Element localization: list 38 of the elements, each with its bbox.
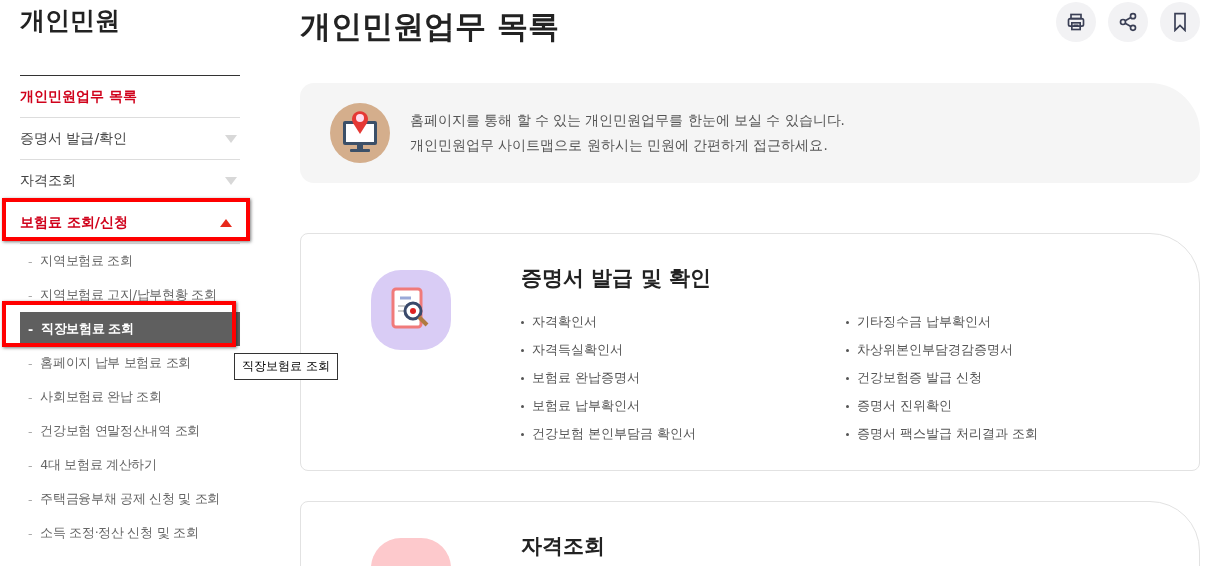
dash-icon: - xyxy=(28,389,33,405)
dash-icon: - xyxy=(28,321,33,337)
submenu-item[interactable]: - 지역보험료 조회 xyxy=(20,244,240,278)
service-link[interactable]: 보험료 완납증명서 xyxy=(532,369,641,387)
intro-text: 개인민원업무 사이트맵으로 원하시는 민원에 간편하게 접근하세요. xyxy=(410,136,829,155)
sidebar-item[interactable]: 개인민원업무 목록 xyxy=(20,76,240,118)
dash-icon: - xyxy=(28,457,33,473)
dash-icon: - xyxy=(28,287,33,303)
tooltip: 직장보험료 조회 xyxy=(234,353,338,380)
submenu-item[interactable]: - 직장보험료 조회 xyxy=(20,312,240,346)
service-link[interactable]: 건강보험증 발급 신청 xyxy=(857,369,983,387)
service-link[interactable]: 증명서 진위확인 xyxy=(857,397,953,415)
sidebar-item[interactable]: 증명서 발급/확인 xyxy=(20,118,240,160)
dash-icon: - xyxy=(28,423,33,439)
submenu-item[interactable]: - 사회보험료 완납 조회 xyxy=(20,380,240,414)
service-link[interactable]: 기타징수금 납부확인서 xyxy=(857,313,992,331)
page-title: 개인민원업무 목록 xyxy=(300,7,559,46)
service-link[interactable]: 자격확인서 xyxy=(532,313,597,331)
submenu-item[interactable]: - 건강보험 연말정산내역 조회 xyxy=(20,414,240,448)
submenu-item[interactable]: - 4대 보험료 계산하기 xyxy=(20,448,240,482)
sidebar-item[interactable]: 자격조회 xyxy=(20,160,240,202)
service-link[interactable]: 보험료 납부확인서 xyxy=(532,397,641,415)
service-link[interactable]: 자격득실확인서 xyxy=(532,341,623,359)
dash-icon: - xyxy=(28,355,33,371)
submenu-item[interactable]: - 주택금융부채 공제 신청 및 조회 xyxy=(20,482,240,516)
service-link[interactable]: 차상위본인부담경감증명서 xyxy=(857,341,1013,359)
sidebar-title: 개인민원 xyxy=(20,5,121,37)
service-link[interactable]: 증명서 팩스발급 처리결과 조회 xyxy=(857,425,1039,443)
dash-icon: - xyxy=(28,491,33,507)
service-link[interactable]: 건강보험 본인부담금 확인서 xyxy=(532,425,697,443)
card-title: 자격조회 xyxy=(521,533,605,560)
card-title: 증명서 발급 및 확인 xyxy=(521,265,712,292)
sidebar-item[interactable]: 보험료 조회/신청 xyxy=(20,202,240,244)
dash-icon: - xyxy=(28,525,33,541)
submenu-item[interactable]: - 지역보험료 고지/납부현황 조회 xyxy=(20,278,240,312)
submenu-item[interactable]: - 소득 조정·정산 신청 및 조회 xyxy=(20,516,240,550)
dash-icon: - xyxy=(28,253,33,269)
intro-text: 홈페이지를 통해 할 수 있는 개인민원업무를 한눈에 보실 수 있습니다. xyxy=(410,111,845,130)
